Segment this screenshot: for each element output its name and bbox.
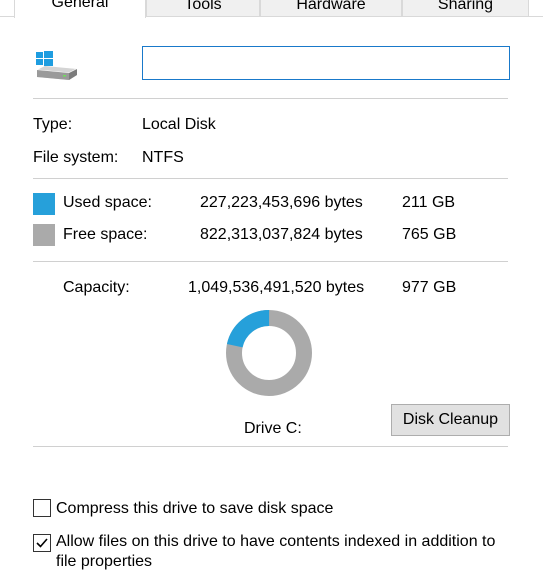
tab-strip: General Tools Hardware Sharing [0,0,543,18]
separator [33,261,508,262]
index-contents-label-line1: Allow files on this drive to have conten… [56,533,496,550]
separator [33,178,508,179]
capacity-size: 977 GB [402,279,457,296]
windows-drive-icon [33,50,79,84]
separator [33,98,508,99]
used-space-size: 211 GB [402,194,456,211]
used-space-label: Used space: [63,194,152,211]
checkmark-icon [36,538,48,548]
compress-drive-label: Compress this drive to save disk space [56,500,334,517]
used-space-bytes: 227,223,453,696 bytes [200,194,363,211]
capacity-label: Capacity: [63,279,130,296]
file-system-value: NTFS [142,149,184,166]
separator [33,446,508,447]
drive-name-input[interactable] [142,46,510,80]
file-system-label: File system: [33,149,119,166]
used-space-swatch [33,193,55,215]
index-contents-checkbox[interactable] [33,534,51,552]
capacity-bytes: 1,049,536,491,520 bytes [188,279,365,296]
compress-drive-checkbox[interactable] [33,499,51,517]
free-space-swatch [33,224,55,246]
type-value: Local Disk [142,116,216,133]
tab-hardware[interactable]: Hardware [260,0,402,16]
type-label: Type: [33,116,73,133]
tab-sharing[interactable]: Sharing [402,0,529,16]
drive-letter-label: Drive C: [244,420,302,437]
free-space-label: Free space: [63,226,148,243]
free-space-size: 765 GB [402,226,457,243]
disk-usage-donut-chart [226,310,312,396]
index-contents-label-line2: file properties [56,553,153,570]
free-space-bytes: 822,313,037,824 bytes [200,226,363,243]
tab-general[interactable]: General [14,0,146,18]
tab-tools[interactable]: Tools [146,0,260,16]
disk-cleanup-button[interactable]: Disk Cleanup [391,404,510,436]
